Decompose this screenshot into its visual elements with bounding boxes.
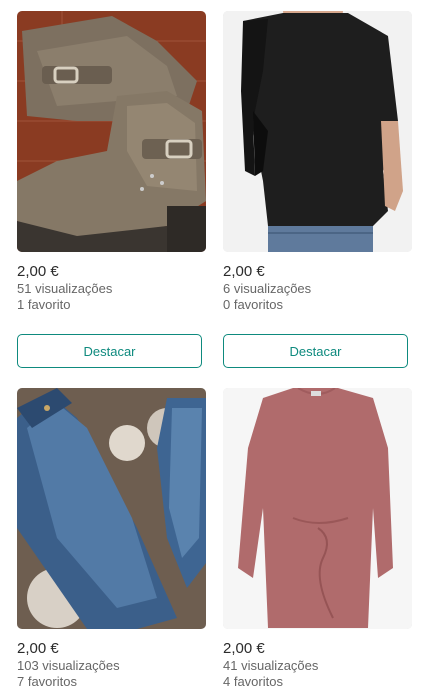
listing-price: 2,00 € [17, 640, 59, 657]
listing-price: 2,00 € [223, 263, 265, 280]
listing-card[interactable]: 2,00 € 103 visualizações 7 favoritos [17, 388, 206, 690]
boots-image [17, 11, 206, 252]
listing-price: 2,00 € [17, 263, 59, 280]
listing-favorites: 1 favorito [17, 297, 71, 312]
listing-views: 103 visualizações [17, 658, 120, 673]
listing-favorites: 4 favoritos [223, 674, 283, 689]
listing-views: 6 visualizações [223, 281, 312, 296]
listing-favorites: 7 favoritos [17, 674, 77, 689]
listing-photo-jeans[interactable] [17, 388, 206, 629]
listing-price: 2,00 € [223, 640, 265, 657]
listing-views: 51 visualizações [17, 281, 113, 296]
listing-photo-top[interactable] [223, 11, 412, 252]
listing-card[interactable]: 2,00 € 6 visualizações 0 favoritos Desta… [223, 11, 412, 368]
listing-photo-dress[interactable] [223, 388, 412, 629]
destacar-button[interactable]: Destacar [17, 334, 202, 368]
listing-views: 41 visualizações [223, 658, 319, 673]
listing-photo-boots[interactable] [17, 11, 206, 252]
destacar-button[interactable]: Destacar [223, 334, 408, 368]
listing-card[interactable]: 2,00 € 41 visualizações 4 favoritos [223, 388, 412, 690]
listing-card[interactable]: 2,00 € 51 visualizações 1 favorito Desta… [17, 11, 206, 368]
listing-favorites: 0 favoritos [223, 297, 283, 312]
jeans-image [17, 388, 206, 629]
pink-dress-image [223, 388, 412, 629]
listings-grid: 2,00 € 51 visualizações 1 favorito Desta… [0, 0, 429, 699]
black-top-image [223, 11, 412, 252]
